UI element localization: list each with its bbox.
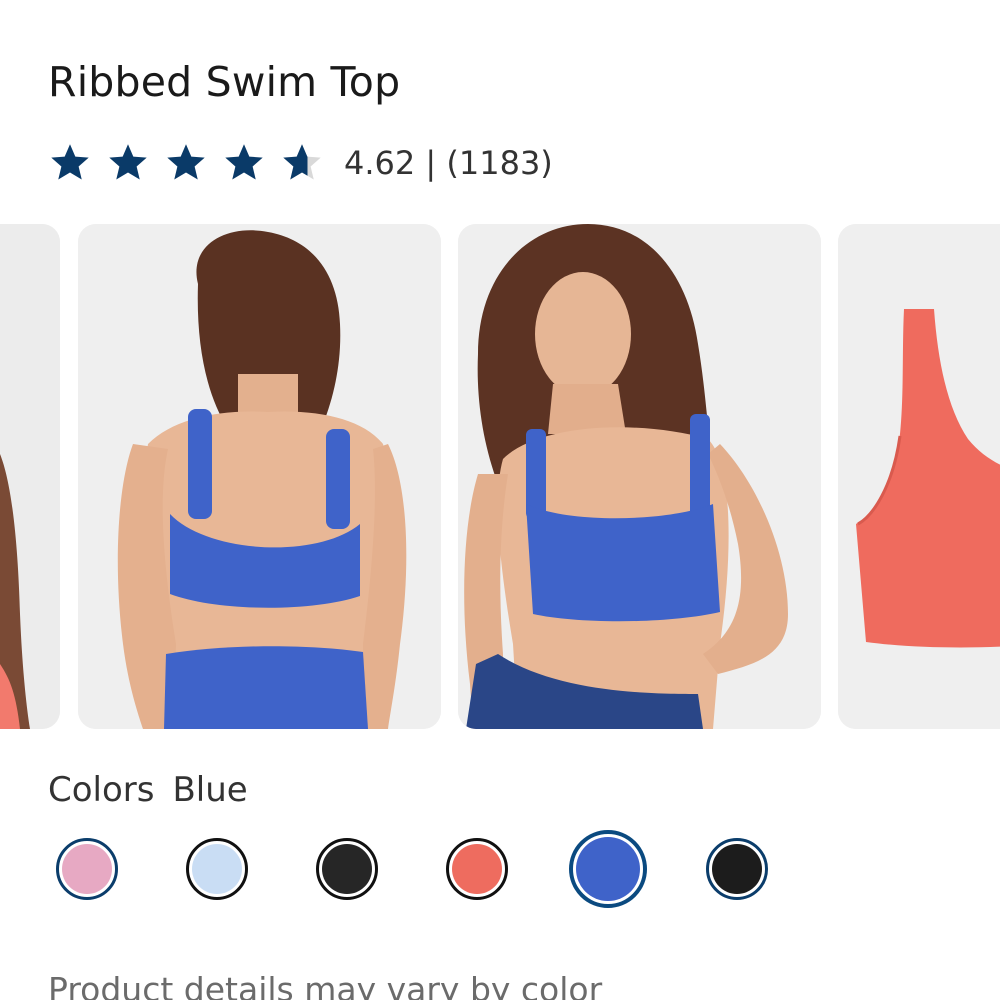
selected-color-name: Blue: [172, 770, 248, 810]
product-details-note: Product details may vary by color: [48, 970, 603, 1000]
swatch-light-blue-fill: [192, 844, 242, 894]
model-back-image: [78, 224, 441, 729]
gallery-image-coral-product[interactable]: [838, 224, 1000, 729]
gallery-image-partial-left[interactable]: [0, 224, 60, 729]
colors-label: Colors: [48, 770, 155, 810]
gallery-image-front-view[interactable]: [458, 224, 821, 729]
swatch-blue-fill: [576, 837, 640, 901]
star-rating: [48, 141, 338, 185]
model-image: [0, 224, 60, 729]
swatch-black[interactable]: [316, 838, 378, 900]
swatch-coral-fill: [452, 844, 502, 894]
model-front-image: [458, 224, 821, 729]
star-icon: [51, 144, 89, 180]
swatch-pink-fill: [62, 844, 112, 894]
swatch-light-blue[interactable]: [186, 838, 248, 900]
colors-heading: Colors Blue: [48, 770, 248, 810]
rating-value-and-count: 4.62 | (1183): [344, 144, 553, 182]
swatch-black-fill: [322, 844, 372, 894]
image-carousel[interactable]: [0, 224, 1000, 730]
star-icon: [225, 144, 263, 180]
swatch-black-ribbed-fill: [712, 844, 762, 894]
product-title: Ribbed Swim Top: [48, 58, 401, 106]
rating-summary[interactable]: 4.62 | (1183): [48, 140, 553, 186]
star-icon: [167, 144, 205, 180]
swatch-coral[interactable]: [446, 838, 508, 900]
swatch-pink[interactable]: [56, 838, 118, 900]
star-half-icon: [283, 144, 321, 180]
swatch-black-ribbed[interactable]: [706, 838, 768, 900]
product-page: Ribbed Swim Top 4.62 | (1183) Colors Blu…: [0, 0, 1000, 1000]
gallery-image-back-view[interactable]: [78, 224, 441, 729]
coral-top-image: [838, 224, 1000, 729]
star-icon: [109, 144, 147, 180]
swatch-blue-selected[interactable]: [569, 830, 647, 908]
